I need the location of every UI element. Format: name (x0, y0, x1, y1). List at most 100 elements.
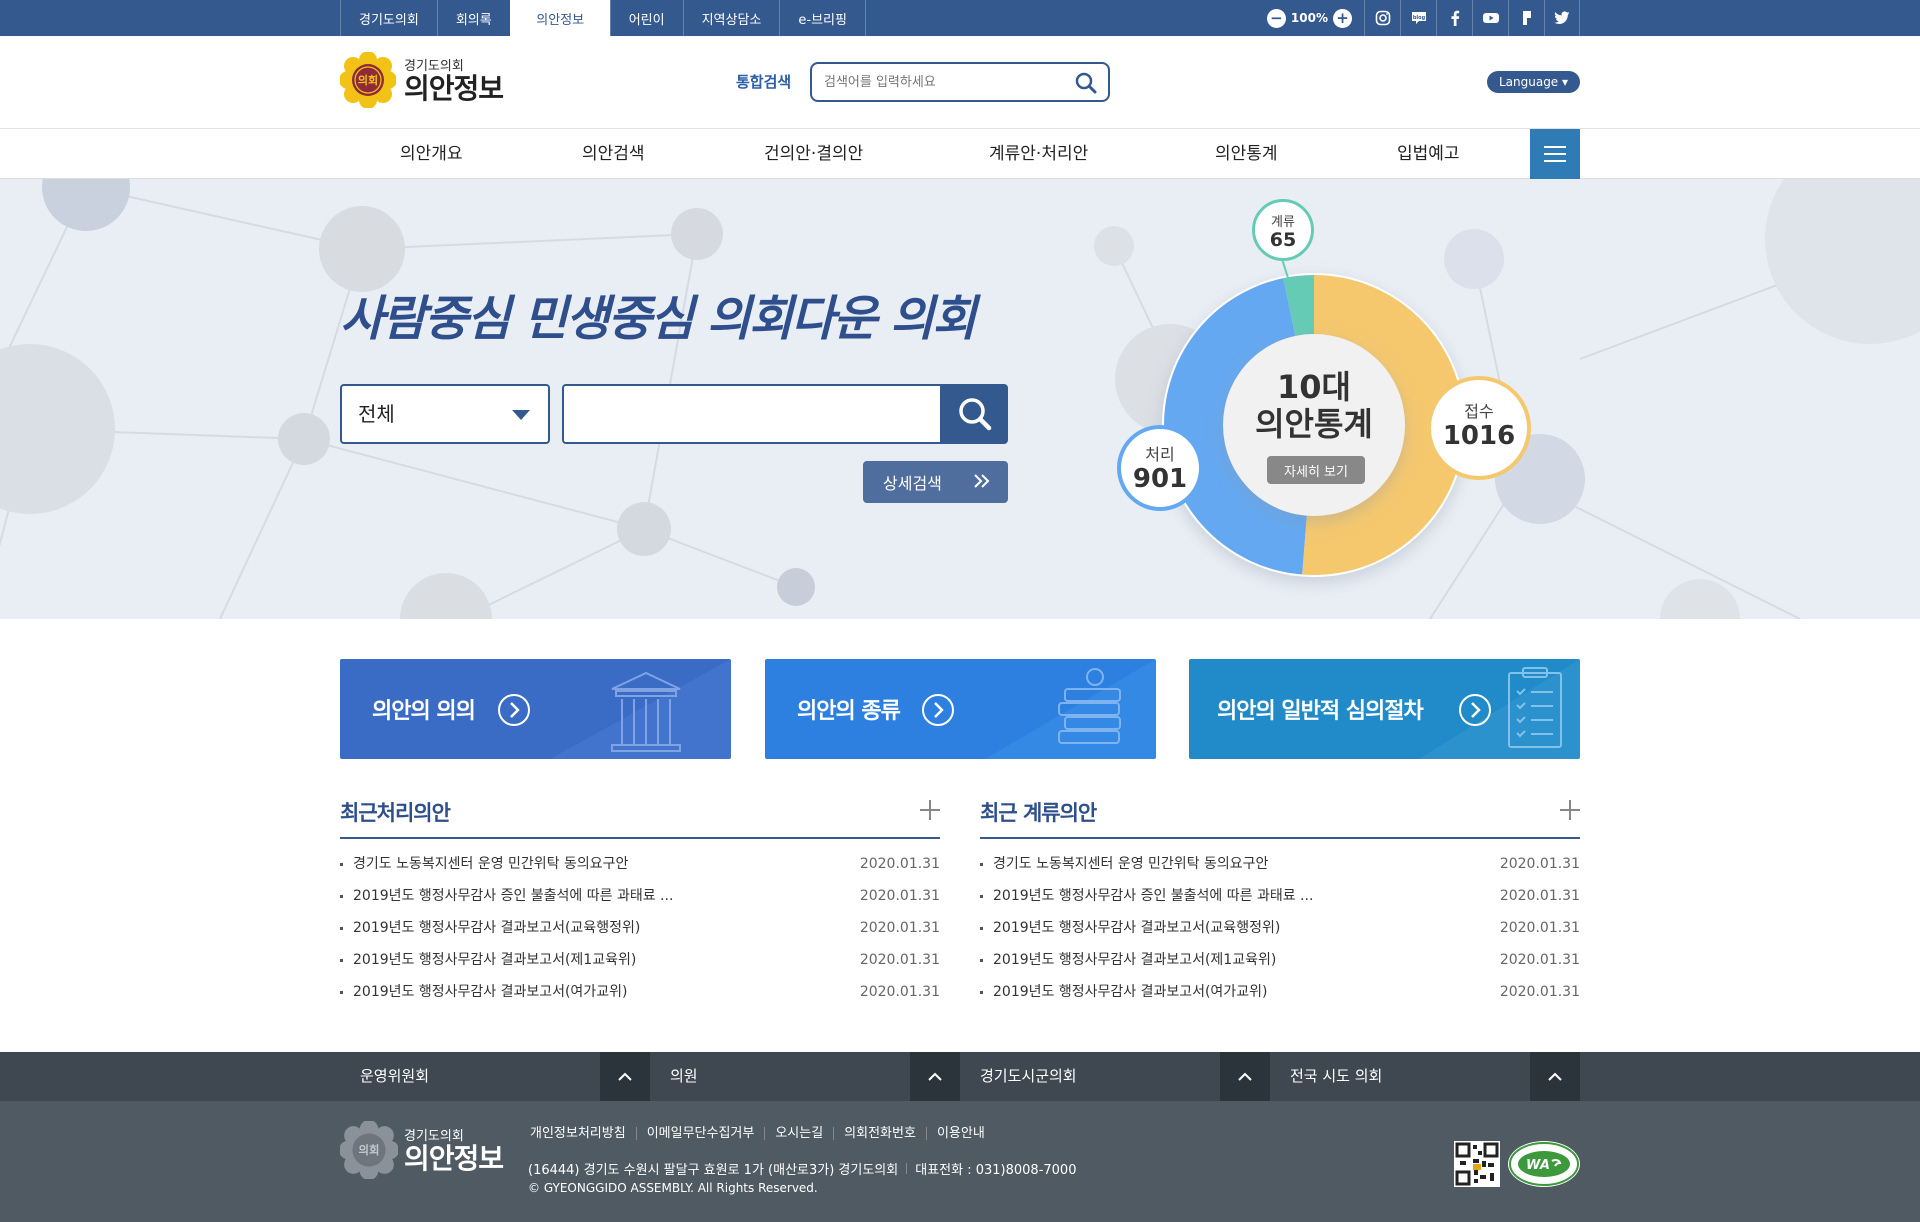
chevron-right-icon (498, 694, 530, 726)
list-item[interactable]: 2019년도 행정사무감사 결과보고서(제1교육위) 2020.01.31 (980, 944, 1580, 976)
language-select[interactable]: Language ▾ (1487, 71, 1580, 93)
site-tabs: 경기도의회 회의록 의안정보 어린이 지역상담소 e-브리핑 (340, 0, 866, 36)
item-date: 2020.01.31 (1499, 856, 1580, 872)
list-item[interactable]: 2019년도 행정사무감사 결과보고서(여가교위) 2020.01.31 (980, 976, 1580, 1008)
search-icon[interactable] (1074, 71, 1098, 99)
item-date: 2020.01.31 (1499, 888, 1580, 904)
nav-pending-processed[interactable]: 계류안·처리안 (989, 129, 1088, 179)
item-title: 2019년도 행정사무감사 증인 불출석에 따른 과태료 ... (353, 888, 674, 904)
emblem-text: 의회 (359, 1143, 380, 1157)
chart-title-line1: 10대 (1277, 368, 1351, 406)
item-title: 2019년도 행정사무감사 증인 불출석에 따른 과태료 ... (993, 888, 1314, 904)
search-category-select[interactable]: 전체 (340, 384, 550, 444)
banner-review-procedure[interactable]: 의안의 일반적 심의절차 (1189, 659, 1580, 759)
kakao-icon[interactable] (1508, 0, 1544, 36)
zoom-level: 100% (1290, 11, 1328, 25)
nav-bill-search[interactable]: 의안검색 (582, 129, 645, 179)
chevron-up-icon[interactable] (1530, 1052, 1580, 1101)
chevron-right-icon (1459, 694, 1491, 726)
list-item[interactable]: 경기도 노동복지센터 운영 민간위탁 동의요구안 2020.01.31 (340, 848, 940, 880)
banner-bill-meaning[interactable]: 의안의 의의 (340, 659, 731, 759)
nav-legislative-notice[interactable]: 입법예고 (1397, 129, 1460, 179)
search-icon (958, 398, 991, 431)
list-item[interactable]: 2019년도 행정사무감사 결과보고서(교육행정위) 2020.01.31 (980, 912, 1580, 944)
footer-link-directions[interactable]: 오시는길 (764, 1127, 833, 1140)
item-date: 2020.01.31 (1499, 984, 1580, 1000)
tab-e-briefing[interactable]: e-브리핑 (779, 0, 866, 36)
footer-address-line: (16444) 경기도 수원시 팔달구 효원로 1가 (매산로3가) 경기도의회… (528, 1159, 1076, 1178)
instagram-icon[interactable] (1364, 0, 1400, 36)
nav-bill-overview[interactable]: 의안개요 (400, 129, 463, 179)
item-title: 2019년도 행정사무감사 결과보고서(여가교위) (993, 984, 1268, 1000)
tab-local-office[interactable]: 지역상담소 (682, 0, 780, 36)
item-title: 2019년도 행정사무감사 결과보고서(교육행정위) (353, 920, 641, 936)
zoom-control: − 100% + (1266, 8, 1364, 28)
tab-assembly[interactable]: 경기도의회 (340, 0, 437, 36)
list-item[interactable]: 경기도 노동복지센터 운영 민간위탁 동의요구안 2020.01.31 (980, 848, 1580, 880)
web-accessibility-mark-icon: WA (1508, 1141, 1580, 1187)
footer-address: (16444) 경기도 수원시 팔달구 효원로 1가 (매산로3가) 경기도의회 (528, 1163, 899, 1178)
chevron-up-icon[interactable] (910, 1052, 960, 1101)
list-item[interactable]: 2019년도 행정사무감사 증인 불출석에 따른 과태료 ... 2020.01.… (340, 880, 940, 912)
list-item[interactable]: 2019년도 행정사무감사 증인 불출석에 따른 과태료 ... 2020.01.… (980, 880, 1580, 912)
footer-link-phone-directory[interactable]: 의회전화번호 (833, 1127, 926, 1140)
list-title: 최근처리의안 (340, 801, 451, 825)
list-item[interactable]: 2019년도 행정사무감사 결과보고서(교육행정위) 2020.01.31 (340, 912, 940, 944)
footer-link-email-refusal[interactable]: 이메일무단수집거부 (635, 1127, 765, 1140)
banner-title: 의안의 일반적 심의절차 (1217, 699, 1424, 724)
tab-minutes[interactable]: 회의록 (436, 0, 510, 36)
stat-bubble-pending: 계류 65 (1252, 199, 1314, 261)
footer-link-privacy[interactable]: 개인정보처리방침 (530, 1127, 636, 1140)
integrated-search-input[interactable] (812, 64, 1062, 100)
more-plus-icon[interactable] (920, 800, 940, 820)
more-plus-icon[interactable] (1560, 800, 1580, 820)
item-title: 2019년도 행정사무감사 결과보고서(제1교육위) (353, 952, 637, 968)
detail-search-button[interactable]: 상세검색 (863, 461, 1008, 503)
twitter-icon[interactable] (1544, 0, 1580, 36)
chevron-up-icon[interactable] (1220, 1052, 1270, 1101)
chevron-up-icon[interactable] (600, 1052, 650, 1101)
item-title: 2019년도 행정사무감사 결과보고서(제1교육위) (993, 952, 1277, 968)
blog-icon[interactable]: blog (1400, 0, 1436, 36)
hamburger-menu-icon[interactable] (1530, 129, 1580, 179)
footer-dropdown-label: 의원 (670, 1067, 698, 1085)
item-date: 2020.01.31 (1499, 952, 1580, 968)
list-item[interactable]: 2019년도 행정사무감사 결과보고서(여가교위) 2020.01.31 (340, 976, 940, 1008)
footer-copyright: © GYEONGGIDO ASSEMBLY. All Rights Reserv… (528, 1181, 818, 1195)
site-logo[interactable]: 의회 경기도의회 의안정보 (339, 51, 504, 109)
top-utility-bar: 경기도의회 회의록 의안정보 어린이 지역상담소 e-브리핑 − 100% + … (0, 0, 1920, 36)
stats-detail-button[interactable]: 자세히 보기 (1267, 456, 1365, 484)
bill-search-input[interactable] (562, 384, 942, 444)
banner-title: 의안의 의의 (372, 699, 476, 724)
tab-children[interactable]: 어린이 (609, 0, 683, 36)
footer-link-usage-guide[interactable]: 이용안내 (925, 1127, 995, 1140)
chart-title-line2: 의안통계 (1255, 404, 1373, 443)
detail-search-label: 상세검색 (883, 474, 942, 493)
hero-slogan: 사람중심 민생중심 의회다운 의회 (340, 291, 976, 347)
banner-title: 의안의 종류 (797, 699, 901, 724)
plus-icon[interactable]: + (1333, 8, 1352, 28)
footer-dropdown-label: 전국 시도 의회 (1290, 1067, 1383, 1085)
youtube-icon[interactable] (1472, 0, 1508, 36)
bill-statistics-chart: 10대 의안통계 자세히 보기 접수 1016 처리 901 계류 65 (1100, 179, 1540, 619)
footer-phone: 대표전화 : 031)8008-7000 (915, 1163, 1077, 1178)
hero-section: 사람중심 민생중심 의회다운 의회 전체 상세검색 10대 의안통계 자세히 보… (0, 179, 1920, 619)
facebook-icon[interactable] (1436, 0, 1472, 36)
item-date: 2020.01.31 (859, 920, 940, 936)
minus-icon[interactable]: − (1266, 8, 1286, 28)
footer-links: 개인정보처리방침 이메일무단수집거부 오시는길 의회전화번호 이용안내 (530, 1127, 995, 1140)
tab-bill-info[interactable]: 의안정보 (509, 0, 610, 36)
item-date: 2020.01.31 (859, 952, 940, 968)
integrated-search-label: 통합검색 (736, 73, 792, 91)
recent-processed-list: 최근처리의안 경기도 노동복지센터 운영 민간위탁 동의요구안 2020.01.3… (340, 793, 940, 1008)
nav-proposals-resolutions[interactable]: 건의안·결의안 (764, 129, 863, 179)
bill-search-button[interactable] (941, 384, 1008, 444)
banner-bill-types[interactable]: 의안의 종류 (765, 659, 1156, 759)
search-category-value: 전체 (358, 402, 395, 426)
list-item[interactable]: 2019년도 행정사무감사 결과보고서(제1교육위) 2020.01.31 (340, 944, 940, 976)
double-chevron-right-icon (974, 474, 990, 488)
item-date: 2020.01.31 (859, 888, 940, 904)
item-title: 2019년도 행정사무감사 결과보고서(교육행정위) (993, 920, 1281, 936)
nav-bill-statistics[interactable]: 의안통계 (1215, 129, 1278, 179)
item-title: 경기도 노동복지센터 운영 민간위탁 동의요구안 (993, 856, 1269, 872)
